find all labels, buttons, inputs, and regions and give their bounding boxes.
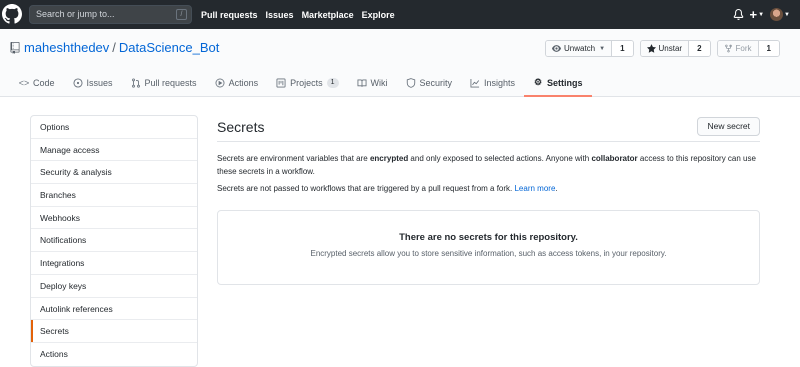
tab-label: Settings [547, 77, 583, 88]
desc-text-1: Secrets are environment variables that a… [217, 154, 370, 163]
watch-button[interactable]: Unwatch ▼ 1 [545, 40, 634, 57]
sidebar-item-manage-access[interactable]: Manage access [31, 139, 197, 162]
global-header: Search or jump to... / Pull requests Iss… [0, 0, 800, 29]
star-label-wrap: Unstar [640, 41, 690, 56]
nav-explore[interactable]: Explore [362, 10, 395, 20]
star-count[interactable]: 2 [689, 41, 710, 56]
repo-name-link[interactable]: DataScience_Bot [119, 40, 219, 55]
graph-icon [470, 78, 480, 88]
desc-bold-collaborator: collaborator [591, 154, 638, 163]
settings-sidebar: Options Manage access Security & analysi… [30, 115, 198, 367]
tab-label: Code [33, 77, 55, 88]
fork-note-period: . [555, 184, 558, 193]
tab-settings[interactable]: ⚙ Settings [524, 70, 592, 97]
projects-count-badge: 1 [326, 77, 339, 88]
watch-label: Unwatch [564, 44, 596, 53]
nav-issues[interactable]: Issues [266, 10, 294, 20]
tab-label: Insights [484, 77, 516, 88]
slash-key-hint: / [176, 9, 187, 20]
secrets-description: Secrets are environment variables that a… [217, 153, 760, 178]
desc-bold-encrypted: encrypted [369, 154, 409, 163]
repository-header: maheshthedev / DataScience_Bot Unwatch ▼… [0, 29, 800, 97]
tab-label: Security [419, 77, 453, 88]
github-logo-icon[interactable] [2, 4, 22, 24]
sidebar-item-security-analysis[interactable]: Security & analysis [31, 161, 197, 185]
repo-owner-link[interactable]: maheshthedev [24, 40, 109, 55]
tab-label: Projects [290, 77, 323, 88]
tab-wiki[interactable]: Wiki [348, 70, 397, 97]
sidebar-item-notifications[interactable]: Notifications [31, 229, 197, 253]
fork-note: Secrets are not passed to workflows that… [217, 184, 760, 193]
tab-issues[interactable]: Issues [64, 70, 122, 97]
fork-count[interactable]: 1 [758, 41, 779, 56]
page-title: Secrets [217, 119, 265, 135]
desc-text-2: and only exposed to selected actions. An… [408, 154, 592, 163]
tab-security[interactable]: Security [397, 70, 462, 97]
nav-pull-requests[interactable]: Pull requests [201, 10, 258, 20]
global-nav: Pull requests Issues Marketplace Explore [201, 0, 395, 29]
code-icon: <> [18, 77, 30, 88]
sidebar-item-secrets[interactable]: Secrets [31, 320, 197, 343]
eye-icon [552, 45, 561, 52]
watch-count[interactable]: 1 [612, 41, 633, 56]
search-input[interactable]: Search or jump to... / [29, 5, 192, 24]
fork-note-text: Secrets are not passed to workflows that… [217, 184, 515, 193]
sidebar-item-actions[interactable]: Actions [31, 343, 197, 366]
repo-icon [10, 41, 20, 54]
watch-label-wrap: Unwatch ▼ [546, 41, 613, 56]
star-label: Unstar [658, 44, 683, 53]
user-menu[interactable]: ▼ [770, 8, 790, 21]
empty-state-text: Encrypted secrets allow you to store sen… [310, 249, 667, 258]
tab-label: Actions [228, 77, 259, 88]
create-new-menu[interactable]: + ▼ [749, 6, 765, 22]
search-placeholder: Search or jump to... [36, 9, 115, 19]
chevron-down-icon: ▼ [758, 11, 765, 18]
tab-insights[interactable]: Insights [461, 70, 524, 97]
sidebar-item-deploy-keys[interactable]: Deploy keys [31, 275, 197, 298]
notifications-bell-icon[interactable] [733, 9, 744, 20]
empty-state-title: There are no secrets for this repository… [399, 232, 578, 243]
sidebar-item-autolink-references[interactable]: Autolink references [31, 298, 197, 321]
shield-icon [406, 77, 416, 88]
repo-separator: / [112, 40, 116, 55]
fork-button[interactable]: Fork 1 [716, 40, 780, 57]
fork-label: Fork [735, 44, 752, 53]
nav-marketplace[interactable]: Marketplace [302, 10, 354, 20]
header-right: + ▼ ▼ [733, 0, 790, 29]
new-secret-button[interactable]: New secret [697, 117, 760, 136]
tab-label: Issues [86, 77, 113, 88]
tab-label: Pull requests [144, 77, 197, 88]
tab-actions[interactable]: Actions [206, 70, 268, 97]
empty-state: There are no secrets for this repository… [217, 210, 760, 285]
pull-request-icon [131, 77, 141, 88]
secrets-panel: Secrets New secret Secrets are environme… [217, 115, 760, 285]
tab-pull-requests[interactable]: Pull requests [122, 70, 206, 97]
sidebar-item-options[interactable]: Options [31, 116, 197, 139]
gear-icon: ⚙ [534, 77, 543, 87]
chevron-down-icon: ▼ [599, 45, 606, 52]
star-button[interactable]: Unstar 2 [639, 40, 711, 57]
sidebar-item-webhooks[interactable]: Webhooks [31, 207, 197, 230]
chevron-down-icon: ▼ [784, 11, 790, 18]
avatar [770, 8, 784, 21]
tab-code[interactable]: <> Code [10, 70, 64, 97]
repo-title: maheshthedev / DataScience_Bot [10, 40, 219, 55]
sidebar-item-branches[interactable]: Branches [31, 184, 197, 207]
repo-tabs: <> Code Issues Pull requests Actions Pro… [10, 70, 592, 97]
issue-icon [72, 77, 83, 88]
project-icon [276, 78, 286, 88]
book-icon [357, 78, 367, 88]
star-icon [646, 44, 656, 53]
plus-icon: + [749, 6, 758, 22]
subhead: Secrets New secret [217, 115, 760, 142]
fork-icon [724, 44, 732, 53]
tab-projects[interactable]: Projects 1 [267, 70, 347, 97]
fork-label-wrap: Fork [717, 41, 759, 56]
repo-actions: Unwatch ▼ 1 Unstar 2 Fork 1 [545, 40, 780, 57]
play-icon [215, 78, 225, 88]
tab-label: Wiki [370, 77, 388, 88]
sidebar-item-integrations[interactable]: Integrations [31, 252, 197, 275]
learn-more-link[interactable]: Learn more [514, 184, 555, 193]
